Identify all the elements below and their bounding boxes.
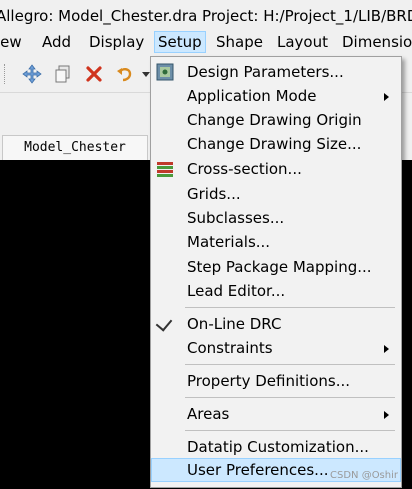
menu-item-label: On-Line DRC (187, 315, 282, 333)
move-icon[interactable] (20, 62, 44, 86)
setup-menu-dropdown: Design Parameters... Application Mode Ch… (150, 56, 402, 488)
menu-item-online-drc[interactable]: On-Line DRC (151, 312, 401, 336)
cross-section-icon (156, 160, 174, 178)
menu-item-lead-editor[interactable]: Lead Editor... (151, 279, 401, 303)
menu-separator (185, 307, 395, 308)
toolbar-grip[interactable] (4, 64, 7, 84)
menu-item-label: Lead Editor... (187, 282, 286, 300)
tab-model-chester[interactable]: Model_Chester (2, 135, 148, 160)
menu-setup[interactable]: Setup (154, 31, 206, 53)
menu-dimension[interactable]: Dimension (342, 32, 412, 52)
menu-item-areas[interactable]: Areas (151, 402, 401, 426)
menu-item-label: Change Drawing Size... (187, 135, 362, 153)
menu-item-label: User Preferences... (187, 461, 329, 479)
menu-item-label: Subclasses... (187, 209, 285, 227)
menu-shape[interactable]: Shape (216, 32, 263, 52)
menu-item-property-definitions[interactable]: Property Definitions... (151, 369, 401, 393)
menu-item-label: Design Parameters... (187, 63, 344, 81)
undo-icon[interactable] (113, 62, 137, 86)
window-title: Allegro: Model_Chester.dra Project: H:/P… (0, 0, 412, 32)
menu-view[interactable]: iew (0, 32, 22, 52)
submenu-arrow-icon (384, 93, 389, 101)
watermark: CSDN @Oshir (330, 470, 398, 481)
menu-item-design-parameters[interactable]: Design Parameters... (151, 60, 401, 84)
menu-item-label: Cross-section... (187, 160, 302, 178)
menu-item-label: Datatip Customization... (187, 438, 369, 456)
menu-separator (185, 397, 395, 398)
menu-item-label: Grids... (187, 185, 241, 203)
menu-layout[interactable]: Layout (277, 32, 328, 52)
menu-item-subclasses[interactable]: Subclasses... (151, 206, 401, 230)
menu-item-change-drawing-size[interactable]: Change Drawing Size... (151, 132, 401, 156)
menu-item-label: Areas (187, 405, 230, 423)
menu-item-datatip-customization[interactable]: Datatip Customization... (151, 435, 401, 459)
submenu-arrow-icon (384, 345, 389, 353)
menu-item-application-mode[interactable]: Application Mode (151, 84, 401, 108)
menu-item-grids[interactable]: Grids... (151, 182, 401, 206)
menu-add[interactable]: Add (42, 32, 71, 52)
menu-display[interactable]: Display (89, 32, 144, 52)
delete-icon[interactable] (82, 62, 106, 86)
menu-separator (185, 364, 395, 365)
checkmark-icon (155, 314, 173, 332)
design-parameters-icon (156, 63, 174, 81)
menu-item-change-drawing-origin[interactable]: Change Drawing Origin (151, 108, 401, 132)
menu-item-cross-section[interactable]: Cross-section... (151, 157, 401, 181)
submenu-arrow-icon (384, 411, 389, 419)
menu-item-label: Application Mode (187, 87, 317, 105)
copy-icon[interactable] (51, 62, 75, 86)
menu-item-materials[interactable]: Materials... (151, 230, 401, 254)
menu-item-label: Step Package Mapping... (187, 258, 372, 276)
menu-separator (185, 430, 395, 431)
menu-item-constraints[interactable]: Constraints (151, 336, 401, 360)
menu-item-label: Constraints (187, 339, 273, 357)
menu-item-label: Property Definitions... (187, 372, 350, 390)
menu-bar: iew Add Display Setup Shape Layout Dimen… (0, 30, 412, 54)
undo-dropdown-icon[interactable] (142, 72, 150, 77)
menu-item-step-package-mapping[interactable]: Step Package Mapping... (151, 255, 401, 279)
menu-item-label: Materials... (187, 233, 271, 251)
menu-item-label: Change Drawing Origin (187, 111, 362, 129)
